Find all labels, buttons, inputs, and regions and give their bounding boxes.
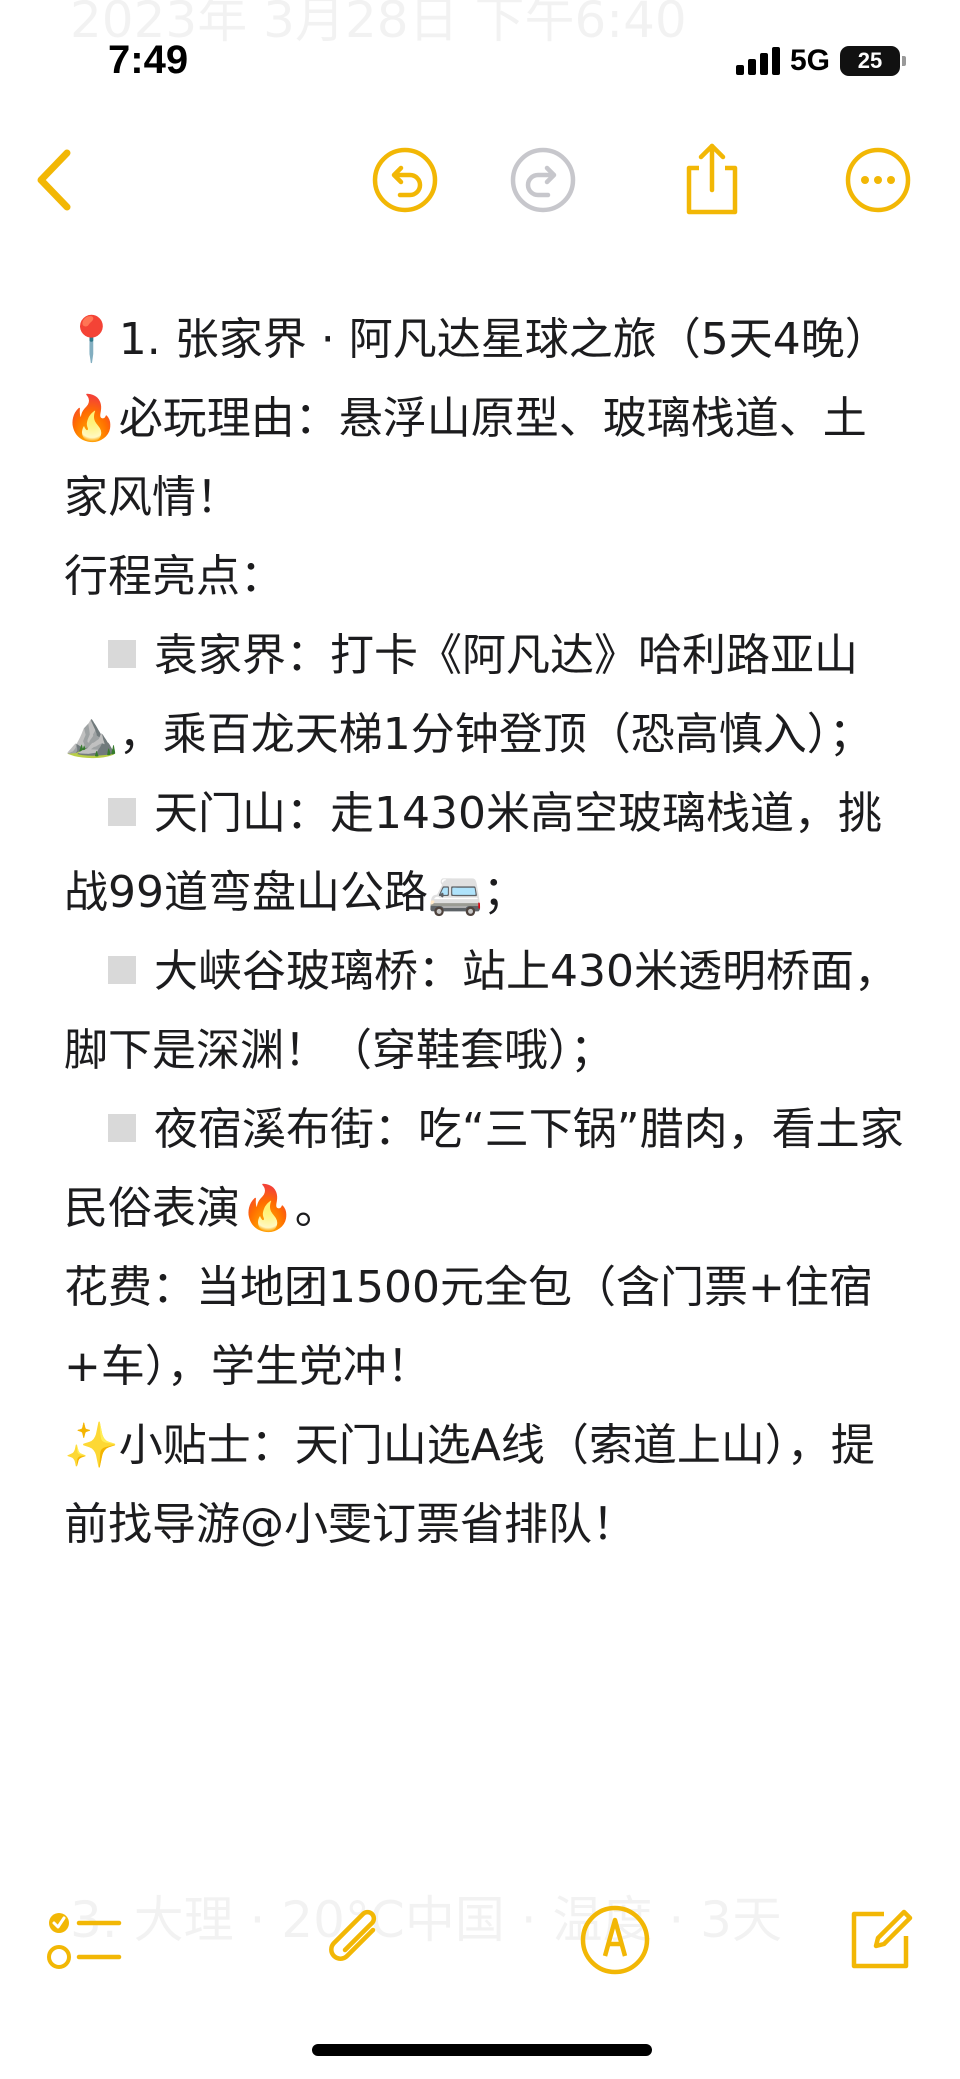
compose-icon[interactable]: [835, 1895, 925, 1985]
bullet-square-icon: [108, 640, 136, 668]
list-item-text: 大峡谷玻璃桥：站上430米透明桥面，脚下是深渊！（穿鞋套哦）；: [64, 946, 898, 1076]
status-indicators: 5G 25: [735, 44, 906, 78]
more-icon[interactable]: [838, 140, 918, 220]
sparkles-icon: ✨: [64, 1420, 119, 1471]
list-item-text: 袁家界：打卡《阿凡达》哈利路亚山: [154, 630, 858, 681]
list-item: 天门山：走1430米高空玻璃栈道，挑战99道弯盘山公路🚐；: [64, 774, 904, 932]
list-item-text: ；: [482, 867, 527, 918]
share-icon[interactable]: [672, 140, 752, 220]
note-toolbar: [0, 140, 960, 230]
bus-icon: 🚐: [428, 867, 483, 918]
attachment-icon[interactable]: [310, 1895, 400, 1985]
markup-icon[interactable]: [570, 1895, 660, 1985]
list-item-text: ，乘百龙天梯1分钟登顶（恐高慎入）；: [118, 709, 873, 760]
reason-line: 🔥必玩理由：悬浮山原型、玻璃栈道、土家风情！: [64, 379, 904, 537]
pin-icon: 📍: [64, 314, 119, 365]
list-item-text: 。: [294, 1183, 339, 1234]
tip-text: 小贴士：天门山选A线（索道上山），提前找导游@小雯订票省排队！: [64, 1420, 875, 1550]
list-item: 袁家界：打卡《阿凡达》哈利路亚山 ⛰️，乘百龙天梯1分钟登顶（恐高慎入）；: [64, 616, 904, 774]
cost-line: 花费：当地团1500元全包（含门票+住宿+车），学生党冲！: [64, 1262, 873, 1392]
battery-icon: 25: [840, 46, 906, 76]
back-chevron-icon[interactable]: [14, 140, 94, 220]
reason-text: 必玩理由：悬浮山原型、玻璃栈道、土家风情！: [64, 393, 867, 523]
note-title: 1. 张家界 · 阿凡达星球之旅（5天4晚）: [118, 314, 889, 365]
bottom-toolbar: [0, 1895, 960, 1985]
home-indicator[interactable]: [312, 2044, 652, 2056]
mountain-icon: ⛰️: [64, 709, 119, 760]
battery-level: 25: [857, 48, 883, 73]
cellular-signal-icon: [735, 47, 780, 75]
status-time: 7:49: [108, 38, 189, 82]
bullet-square-icon: [108, 1114, 136, 1142]
status-bar: 7:49 5G 25: [0, 0, 960, 120]
note-title-line: 📍1. 张家界 · 阿凡达星球之旅（5天4晚）: [64, 300, 904, 379]
list-item: 夜宿溪布街：吃“三下锅”腊肉，看土家民俗表演🔥。: [64, 1090, 904, 1248]
checklist-icon[interactable]: [40, 1895, 130, 1985]
list-item: 大峡谷玻璃桥：站上430米透明桥面，脚下是深渊！（穿鞋套哦）；: [64, 932, 904, 1090]
undo-icon[interactable]: [365, 140, 445, 220]
note-body[interactable]: 📍1. 张家界 · 阿凡达星球之旅（5天4晚） 🔥必玩理由：悬浮山原型、玻璃栈道…: [64, 300, 904, 1564]
tip-line: ✨小贴士：天门山选A线（索道上山），提前找导游@小雯订票省排队！: [64, 1406, 904, 1564]
highlights-label: 行程亮点：: [64, 551, 284, 602]
fire-icon: 🔥: [64, 393, 119, 444]
bullet-square-icon: [108, 798, 136, 826]
network-type: 5G: [789, 44, 830, 77]
bullet-square-icon: [108, 956, 136, 984]
redo-icon[interactable]: [503, 140, 583, 220]
fire-icon: 🔥: [240, 1183, 295, 1234]
list-item-text: 夜宿溪布街：吃“三下锅”腊肉，看土家民俗表演: [64, 1104, 904, 1234]
